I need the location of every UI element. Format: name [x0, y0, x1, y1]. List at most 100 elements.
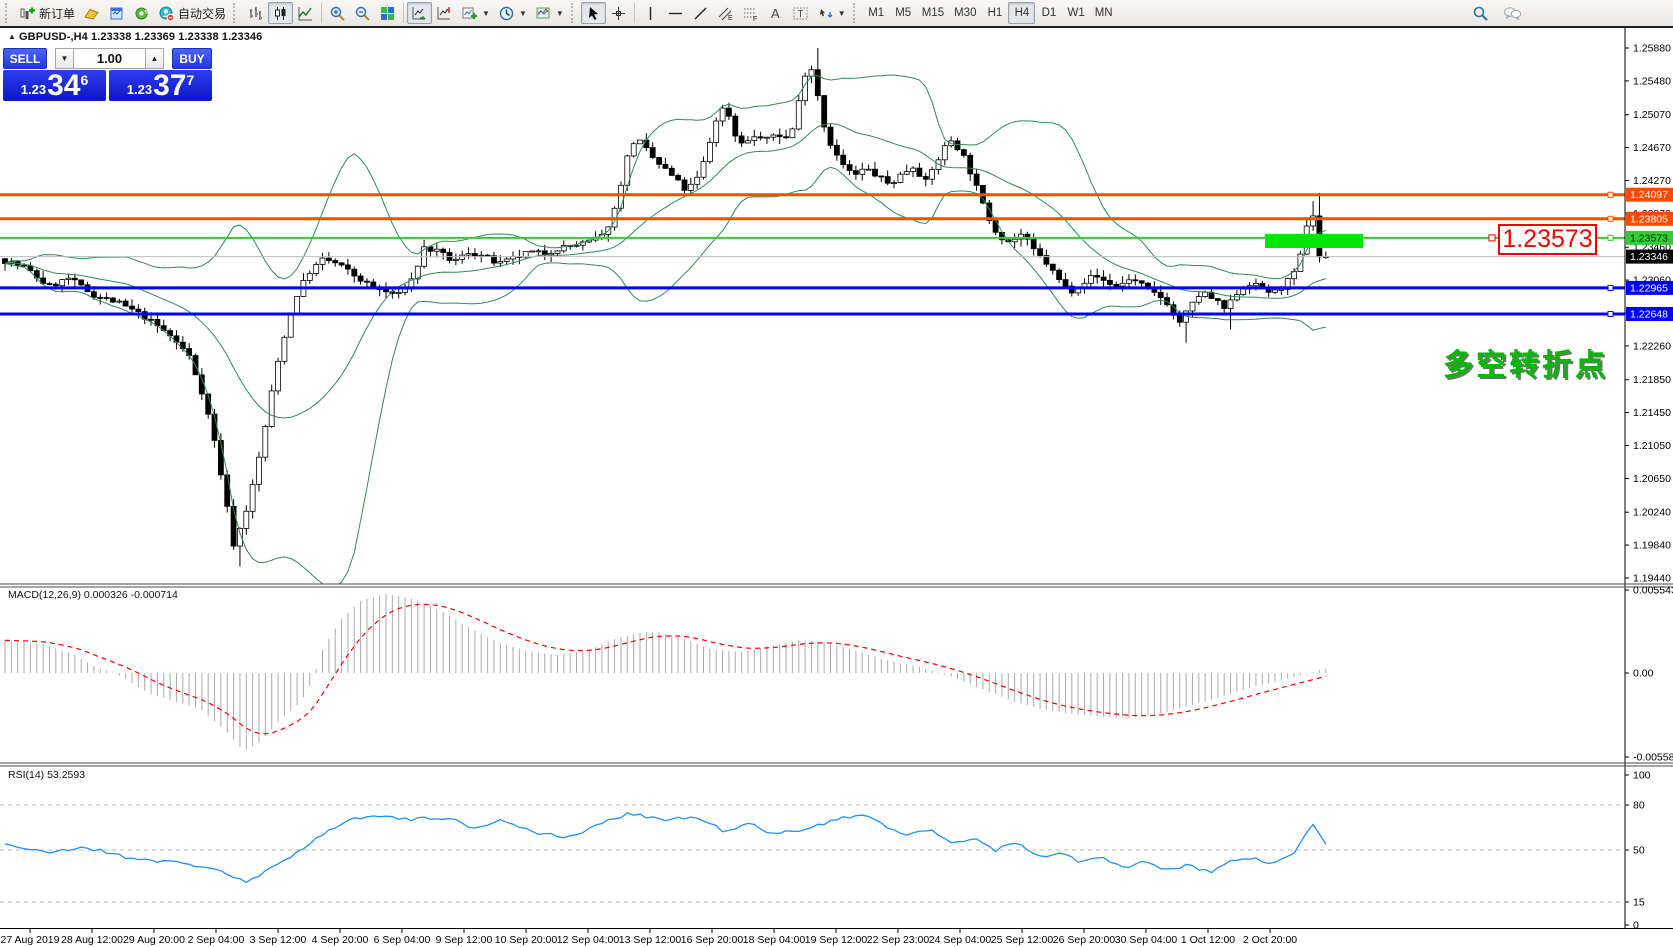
timeframe-d1-button[interactable]: D1 — [1035, 2, 1062, 24]
timeframe-w1-button[interactable]: W1 — [1062, 2, 1089, 24]
toolbar-separator — [633, 3, 635, 23]
candle-chart-button[interactable] — [268, 2, 294, 24]
svg-text:1 Oct 12:00: 1 Oct 12:00 — [1181, 934, 1235, 946]
line-chart-button[interactable] — [293, 2, 318, 24]
chat-icon — [1504, 6, 1522, 20]
volume-increase-button[interactable]: ▲ — [145, 48, 164, 69]
svg-text:80: 80 — [1633, 800, 1645, 812]
new-order-button[interactable]: 新订单 — [15, 2, 79, 24]
volume-stepper: ▼ ▲ — [55, 48, 164, 69]
volume-decrease-button[interactable]: ▼ — [55, 48, 74, 69]
symbol-ohlc-text: GBPUSD-,H4 1.23338 1.23369 1.23338 1.233… — [19, 31, 263, 43]
chat-button[interactable] — [1499, 2, 1526, 24]
bar-chart-icon — [250, 6, 263, 20]
svg-text:12 Sep 04:00: 12 Sep 04:00 — [557, 934, 620, 946]
svg-text:22 Sep 23:00: 22 Sep 23:00 — [867, 934, 930, 946]
timeframe-m1-button[interactable]: M1 — [863, 2, 890, 24]
svg-text:A: A — [771, 6, 780, 21]
autotrading-icon — [159, 6, 175, 21]
trendline-icon — [694, 7, 707, 19]
buy-button[interactable]: BUY — [172, 48, 212, 69]
price-callout-box: 1.23573 — [1498, 224, 1597, 255]
indicators-icon — [462, 7, 478, 19]
search-button[interactable] — [1468, 2, 1493, 24]
text-icon: A — [771, 6, 780, 21]
vertical-line-icon — [649, 6, 651, 20]
svg-text:28 Aug 12:00: 28 Aug 12:00 — [61, 934, 123, 946]
periods-dropdown-button[interactable]: ▼ — [494, 2, 531, 24]
channel-tool-button[interactable]: E — [713, 2, 738, 24]
crosshair-icon — [611, 6, 625, 20]
timeframe-m5-button[interactable]: M5 — [890, 2, 917, 24]
tile-windows-icon — [381, 6, 395, 20]
toolbar-grip — [233, 3, 240, 23]
toolbar-grip — [570, 3, 578, 23]
sell-quote-button[interactable]: 1.23 34 6 — [3, 70, 106, 101]
svg-text:1.23573: 1.23573 — [1630, 232, 1668, 244]
timeframe-m15-button[interactable]: M15 — [917, 2, 949, 24]
zoom-out-icon — [355, 6, 370, 21]
svg-text:0.00: 0.00 — [1633, 668, 1654, 680]
timeframe-h1-button[interactable]: H1 — [981, 2, 1008, 24]
svg-text:1.22965: 1.22965 — [1630, 282, 1668, 294]
auto-scroll-button[interactable] — [407, 2, 433, 24]
indicators-dropdown-button[interactable]: ▼ — [457, 2, 494, 24]
svg-text:3 Sep 12:00: 3 Sep 12:00 — [250, 934, 307, 946]
bar-chart-button[interactable] — [243, 2, 268, 24]
svg-text:1.25070: 1.25070 — [1633, 109, 1671, 121]
svg-text:1.24670: 1.24670 — [1633, 142, 1671, 154]
zoom-in-button[interactable] — [325, 2, 350, 24]
svg-text:30 Sep 04:00: 30 Sep 04:00 — [1115, 934, 1178, 946]
line-chart-icon — [298, 6, 313, 20]
timeframe-m30-button[interactable]: M30 — [949, 2, 981, 24]
dropdown-caret-icon: ▼ — [482, 8, 490, 18]
tile-windows-button[interactable] — [375, 2, 400, 24]
market-depth-button[interactable] — [79, 2, 104, 24]
volume-input[interactable] — [74, 48, 145, 69]
chart-shift-button[interactable] — [432, 2, 457, 24]
crosshair-tool-button[interactable] — [606, 2, 631, 24]
svg-text:19 Sep 12:00: 19 Sep 12:00 — [805, 934, 868, 946]
data-window-icon — [110, 7, 123, 19]
vertical-line-tool-button[interactable] — [638, 2, 663, 24]
fibonacci-tool-button[interactable]: F — [738, 2, 763, 24]
chart-canvas[interactable]: 1.258801.254801.250701.246701.242701.238… — [0, 28, 1673, 947]
arrow-objects-icon — [819, 8, 833, 17]
buy-price-small: 1.23 — [126, 82, 153, 97]
text-label-icon: T — [793, 7, 808, 20]
fibonacci-icon: F — [743, 8, 757, 22]
strategy-navigator-button[interactable] — [129, 2, 154, 24]
text-tool-button[interactable]: A — [763, 2, 788, 24]
svg-text:18 Sep 04:00: 18 Sep 04:00 — [743, 934, 806, 946]
cursor-tool-button[interactable] — [580, 2, 606, 24]
macd-indicator-label: MACD(12,26,9) 0.000326 -0.000714 — [8, 589, 178, 601]
autotrading-button[interactable]: 自动交易 — [154, 2, 230, 24]
svg-text:1.23805: 1.23805 — [1630, 213, 1668, 225]
svg-text:1.22648: 1.22648 — [1630, 309, 1668, 321]
svg-text:0.005543: 0.005543 — [1633, 585, 1673, 597]
timeframe-h4-button[interactable]: H4 — [1008, 2, 1036, 24]
arrows-dropdown-button[interactable]: ▼ — [813, 2, 850, 24]
svg-text:15: 15 — [1633, 897, 1645, 909]
svg-text:E: E — [728, 15, 733, 22]
zoom-out-button[interactable] — [350, 2, 375, 24]
equidistant-channel-icon: E — [718, 7, 733, 22]
toolbar-separator — [403, 3, 405, 23]
autotrading-label: 自动交易 — [178, 6, 227, 21]
symbol-collapse-icon[interactable]: ▲ — [8, 32, 16, 41]
chart-shift-icon — [437, 6, 451, 19]
toolbar-grip — [5, 3, 12, 23]
svg-text:1.21450: 1.21450 — [1633, 407, 1671, 419]
sell-button[interactable]: SELL — [3, 48, 47, 69]
horizontal-line-tool-button[interactable] — [663, 2, 688, 24]
svg-text:F: F — [753, 16, 757, 22]
trendline-tool-button[interactable] — [688, 2, 713, 24]
svg-text:2 Oct 20:00: 2 Oct 20:00 — [1243, 934, 1297, 946]
market-depth-icon — [84, 8, 99, 20]
text-label-tool-button[interactable]: T — [788, 2, 813, 24]
zoom-in-icon — [330, 6, 345, 21]
timeframe-mn-button[interactable]: MN — [1090, 2, 1118, 24]
templates-dropdown-button[interactable]: ▼ — [531, 2, 568, 24]
data-window-button[interactable] — [104, 2, 129, 24]
buy-quote-button[interactable]: 1.23 37 7 — [109, 70, 212, 101]
